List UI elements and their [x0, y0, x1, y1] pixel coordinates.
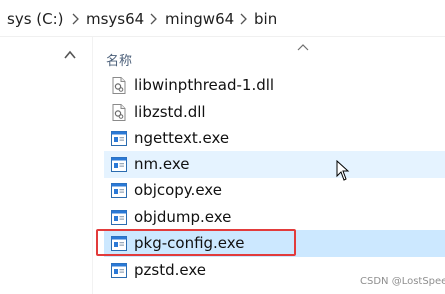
file-name: objcopy.exe	[134, 181, 222, 199]
file-row[interactable]: objcopy.exe	[104, 177, 445, 204]
watermark: CSDN @LostSpeed	[360, 276, 445, 287]
chevron-right-icon[interactable]	[148, 13, 158, 25]
exe-file-icon	[111, 262, 127, 279]
exe-file-icon	[111, 130, 127, 147]
exe-file-icon	[111, 156, 127, 173]
file-row[interactable]: ngettext.exe	[104, 125, 445, 152]
column-header-name[interactable]: 名称	[106, 50, 132, 69]
file-row[interactable]: libwinpthread-1.dll	[104, 72, 445, 99]
file-name: pzstd.exe	[134, 261, 206, 279]
dll-file-icon	[111, 77, 127, 94]
file-explorer-window: sys (C:) msys64 mingw64 bin 名称 libwinpth…	[0, 0, 445, 294]
scroll-up-arrow-icon[interactable]	[64, 50, 76, 60]
file-row[interactable]: libzstd.dll	[104, 99, 445, 126]
highlight-annotation-box	[96, 229, 296, 256]
dll-file-icon	[111, 104, 127, 121]
chevron-right-icon[interactable]	[70, 13, 80, 25]
file-name: libwinpthread-1.dll	[134, 76, 275, 94]
file-name: nm.exe	[134, 155, 190, 173]
file-row[interactable]: nm.exe	[104, 151, 445, 178]
exe-file-icon	[111, 182, 127, 199]
file-row[interactable]: objdump.exe	[104, 204, 445, 231]
breadcrumb-item-mingw64[interactable]: mingw64	[165, 9, 234, 29]
exe-file-icon	[111, 209, 127, 226]
file-name: objdump.exe	[134, 208, 232, 226]
address-bar[interactable]: sys (C:) msys64 mingw64 bin	[0, 0, 445, 37]
chevron-right-icon[interactable]	[238, 13, 248, 25]
navigation-pane	[0, 37, 93, 294]
sort-ascending-icon[interactable]	[297, 43, 309, 51]
breadcrumb-item-bin[interactable]: bin	[254, 9, 277, 29]
mouse-cursor-icon	[336, 160, 350, 181]
file-name: ngettext.exe	[134, 129, 230, 147]
breadcrumb-item-msys64[interactable]: msys64	[86, 9, 144, 29]
file-name: libzstd.dll	[134, 103, 206, 121]
breadcrumb-item-drive[interactable]: sys (C:)	[7, 9, 64, 29]
